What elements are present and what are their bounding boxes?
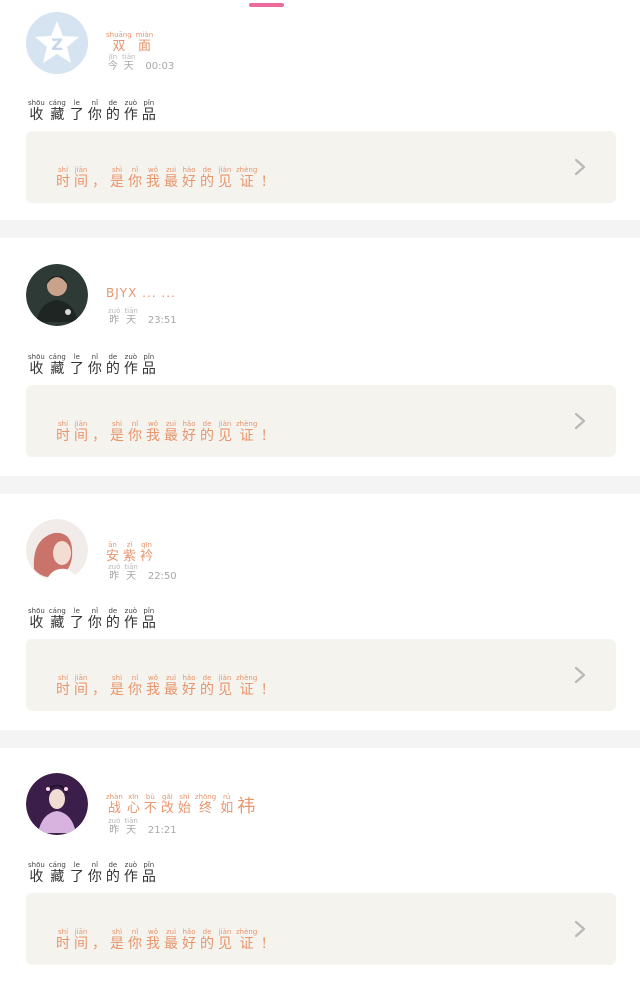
section-divider	[0, 220, 640, 238]
qq-star-icon: Z	[26, 12, 88, 74]
activity-text: shōu 收 cáng 藏 le 了 nǐ 你 de 的 zuò 作 pǐn 品	[28, 353, 156, 377]
activity-text: shōu 收 cáng 藏 le 了 nǐ 你 de 的 zuò 作 pǐn 品	[28, 99, 156, 123]
timestamp: zuó 昨 tiān 天 23:51	[108, 307, 177, 326]
avatar[interactable]	[26, 519, 88, 581]
avatar[interactable]	[26, 773, 88, 835]
section-divider	[0, 476, 640, 494]
chevron-right-icon	[574, 412, 586, 430]
post-card: zhàn 战 xīn 心 bù 不 gǎi 改 shǐ 始 zhōng 终 rú 如 祎 zu…	[0, 748, 640, 983]
post-card: BJYX ... ... zuó 昨 tiān 天 23:51 shōu 收 cáng…	[0, 238, 640, 476]
timestamp: jīn 今 tiān 天 00:03	[108, 53, 175, 72]
work-preview-card[interactable]: shí 时 jiān 间 ， shì 是 nǐ 你 wǒ 我 zuì 最 hǎo 好 de 的 …	[26, 639, 616, 711]
svg-text:Z: Z	[51, 35, 63, 54]
work-title: shí 时 jiān 间 ， shì 是 nǐ 你 wǒ 我 zuì 最 hǎo 好 de 的 …	[56, 928, 267, 952]
timestamp: zuó 昨 tiān 天 22:50	[108, 563, 177, 582]
work-preview-card[interactable]: shí 时 jiān 间 ， shì 是 nǐ 你 wǒ 我 zuì 最 hǎo 好 de 的 …	[26, 131, 616, 203]
chevron-right-icon	[574, 666, 586, 684]
avatar[interactable]: Z	[26, 12, 88, 74]
user-photo-icon	[26, 773, 88, 835]
avatar[interactable]	[26, 264, 88, 326]
user-photo-icon	[26, 264, 88, 326]
user-photo-icon	[26, 519, 88, 581]
post-card: ān 安 zǐ 紫 qīn 衿 zuó 昨 tiān 天 22:50 shōu 收 cáng…	[0, 494, 640, 730]
section-divider	[0, 730, 640, 748]
work-preview-card[interactable]: shí 时 jiān 间 ， shì 是 nǐ 你 wǒ 我 zuì 最 hǎo 好 de 的 …	[26, 893, 616, 965]
chevron-right-icon	[574, 920, 586, 938]
work-title: shí 时 jiān 间 ， shì 是 nǐ 你 wǒ 我 zuì 最 hǎo 好 de 的 …	[56, 420, 267, 444]
work-title: shí 时 jiān 间 ， shì 是 nǐ 你 wǒ 我 zuì 最 hǎo 好 de 的 …	[56, 166, 267, 190]
activity-text: shōu 收 cáng 藏 le 了 nǐ 你 de 的 zuò 作 pǐn 品	[28, 861, 156, 885]
work-preview-card[interactable]: shí 时 jiān 间 ， shì 是 nǐ 你 wǒ 我 zuì 最 hǎo 好 de 的 …	[26, 385, 616, 457]
post-card: Z shuāng 双 miàn 面 jīn 今 tiān 天 00:03 shōu 收 c…	[0, 0, 640, 220]
chevron-right-icon	[574, 158, 586, 176]
timestamp: zuó 昨 tiān 天 21:21	[108, 817, 177, 836]
activity-text: shōu 收 cáng 藏 le 了 nǐ 你 de 的 zuò 作 pǐn 品	[28, 607, 156, 631]
work-title: shí 时 jiān 间 ， shì 是 nǐ 你 wǒ 我 zuì 最 hǎo 好 de 的 …	[56, 674, 267, 698]
